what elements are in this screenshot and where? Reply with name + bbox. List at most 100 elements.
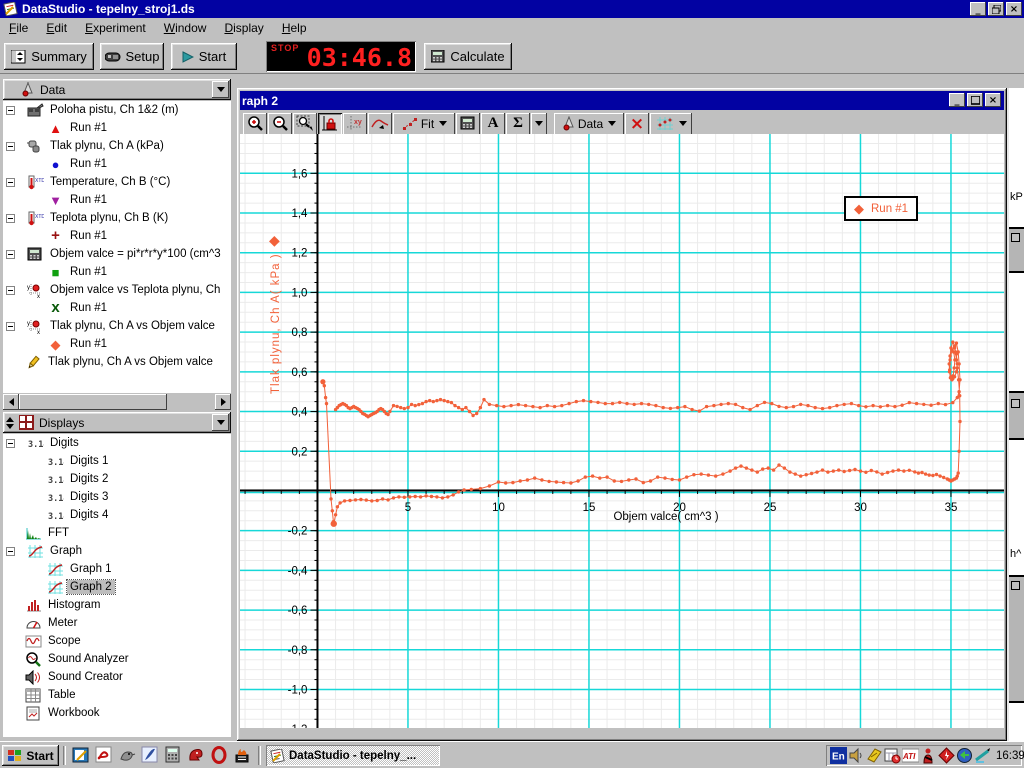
expand-box-icon[interactable] — [6, 250, 15, 259]
ql-acrobat-icon[interactable] — [95, 746, 113, 764]
displays-panel-header[interactable]: Displays — [3, 412, 231, 433]
data-item-run-1[interactable]: ▼Run #1 — [3, 191, 231, 209]
displays-item-workbook[interactable]: Workbook — [3, 704, 231, 722]
start-button[interactable]: Start — [171, 43, 237, 70]
tray-diamond-icon[interactable] — [938, 747, 955, 764]
displays-item-digits-3[interactable]: 3.14Digits 3 — [3, 488, 231, 506]
ql-dragon-icon[interactable] — [187, 746, 205, 764]
tray-volume-icon[interactable] — [848, 747, 865, 764]
zoom-out-button[interactable] — [268, 113, 292, 135]
xy-tool-button[interactable]: xy — [343, 113, 367, 135]
graph-close-button[interactable]: × — [985, 93, 1001, 107]
graph-minimize-button[interactable]: _ — [949, 93, 965, 107]
statistics-button[interactable]: Σ — [506, 113, 530, 135]
expand-box-icon[interactable] — [6, 178, 15, 187]
displays-item-graph-2[interactable]: Graph 2 — [3, 578, 231, 596]
data-item-objem-valce-pi-r-r-y-100-cm-3[interactable]: Objem valce = pi*r*r*y*100 (cm^3 — [3, 245, 231, 263]
displays-item-histogram[interactable]: Histogram — [3, 596, 231, 614]
tray-arrows-icon[interactable] — [956, 747, 973, 764]
displays-item-meter[interactable]: Meter — [3, 614, 231, 632]
data-item-run-1[interactable]: +Run #1 — [3, 227, 231, 245]
delete-button[interactable]: × — [625, 113, 649, 135]
data-panel-header[interactable]: Data — [3, 79, 231, 100]
displays-item-sound-creator[interactable]: Sound Creator — [3, 668, 231, 686]
plot-area[interactable]: 5101520253035-1,2-1,0-0,8-0,6-0,4-0,20,2… — [240, 134, 1004, 728]
displays-item-digits[interactable]: 3.14Digits — [3, 434, 231, 452]
restore-button[interactable] — [988, 2, 1004, 16]
displays-item-sound-analyzer[interactable]: Sound Analyzer — [3, 650, 231, 668]
expand-box-icon[interactable] — [6, 214, 15, 223]
menu-item-display[interactable]: Display — [215, 19, 272, 37]
displays-item-digits-1[interactable]: 3.14Digits 1 — [3, 452, 231, 470]
data-item-objem-valce-vs-teplota-plynu-ch[interactable]: yxObjem valce vs Teplota plynu, Ch — [3, 281, 231, 299]
data-panel-dropdown[interactable] — [212, 81, 229, 98]
graph-maximize-button[interactable] — [967, 93, 983, 107]
expand-box-icon[interactable] — [6, 106, 15, 115]
close-button[interactable]: × — [1006, 2, 1022, 16]
displays-item-graph[interactable]: Graph — [3, 542, 231, 560]
graph2-titlebar[interactable]: raph 2 _ × — [240, 91, 1004, 110]
fit-button[interactable]: Fit — [393, 113, 455, 135]
tray-yellow-icon[interactable] — [866, 747, 883, 764]
data-item-tlak-plynu-ch-a-vs-objem-valce[interactable]: Tlak plynu, Ch A vs Objem valce — [3, 353, 231, 371]
displays-item-scope[interactable]: Scope — [3, 632, 231, 650]
tray-fig-icon[interactable] — [920, 747, 937, 764]
data-item-tlak-plynu-ch-a-kpa[interactable]: Tlak plynu, Ch A (kPa) — [3, 137, 231, 155]
legend[interactable]: ◆ Run #1 — [844, 196, 918, 221]
scroll-left-button[interactable] — [3, 394, 19, 410]
data-item-temperature-ch-b-c[interactable]: XTDTemperature, Ch B (°C) — [3, 173, 231, 191]
menu-item-edit[interactable]: Edit — [37, 19, 76, 37]
displays-item-fft[interactable]: FFT — [3, 524, 231, 542]
tray-ati-icon[interactable]: ATI — [902, 747, 919, 764]
text-tool-button[interactable]: A — [481, 113, 505, 135]
scroll-right-button[interactable] — [215, 394, 231, 410]
expand-box-icon[interactable] — [6, 547, 15, 556]
expand-box-icon[interactable] — [6, 286, 15, 295]
tray-sched-icon[interactable] — [884, 747, 901, 764]
data-item-poloha-pistu-ch-1-2-m[interactable]: Poloha pistu, Ch 1&2 (m) — [3, 101, 231, 119]
expand-box-icon[interactable] — [6, 439, 15, 448]
tray-pen-icon[interactable] — [974, 747, 991, 764]
menu-item-window[interactable]: Window — [155, 19, 216, 37]
ql-opera-icon[interactable] — [210, 746, 228, 764]
data-tree-scrollbar[interactable] — [3, 394, 231, 410]
displays-item-digits-4[interactable]: 3.14Digits 4 — [3, 506, 231, 524]
menu-item-experiment[interactable]: Experiment — [76, 19, 155, 37]
expand-box-icon[interactable] — [6, 142, 15, 151]
data-select-button[interactable]: Data — [554, 113, 624, 135]
ql-quill-icon[interactable] — [141, 746, 159, 764]
graph-settings-button[interactable] — [650, 113, 692, 135]
data-item-run-1[interactable]: ▲Run #1 — [3, 119, 231, 137]
menu-item-help[interactable]: Help — [273, 19, 316, 37]
tray-clock[interactable]: 16:39 — [996, 750, 1024, 762]
zoom-select-button[interactable] — [293, 113, 317, 135]
datastudio-task-button[interactable]: DataStudio - tepelny_... — [266, 745, 440, 766]
ql-flame-icon[interactable] — [233, 746, 251, 764]
displays-item-digits-2[interactable]: 3.14Digits 2 — [3, 470, 231, 488]
minimize-button[interactable]: _ — [970, 2, 986, 16]
tray-en-icon[interactable]: En — [830, 747, 847, 764]
calculate-button[interactable]: Calculate — [424, 43, 512, 70]
expand-box-icon[interactable] — [6, 322, 15, 331]
ql-calc-icon[interactable] — [164, 746, 182, 764]
graph-calculator-button[interactable] — [456, 113, 480, 135]
displays-panel-dropdown[interactable] — [212, 414, 229, 431]
displays-item-graph-1[interactable]: Graph 1 — [3, 560, 231, 578]
data-item-run-1[interactable]: ◆Run #1 — [3, 335, 231, 353]
statistics-drop-button[interactable] — [531, 113, 547, 135]
ql-note-icon[interactable] — [72, 746, 90, 764]
summary-button[interactable]: Summary — [4, 43, 94, 70]
scrollbar-thumb[interactable] — [19, 394, 167, 410]
data-item-tlak-plynu-ch-a-vs-objem-valce[interactable]: yxTlak plynu, Ch A vs Objem valce — [3, 317, 231, 335]
zoom-in-button[interactable] — [243, 113, 267, 135]
setup-button[interactable]: Setup — [100, 43, 164, 70]
displays-item-table[interactable]: Table — [3, 686, 231, 704]
scale-lock-button[interactable] — [318, 113, 342, 135]
ql-bird-icon[interactable] — [118, 746, 136, 764]
data-item-run-1[interactable]: xRun #1 — [3, 299, 231, 317]
smart-tool-button[interactable] — [368, 113, 392, 135]
data-item-run-1[interactable]: ■Run #1 — [3, 263, 231, 281]
menu-item-file[interactable]: File — [0, 19, 37, 37]
data-item-run-1[interactable]: ●Run #1 — [3, 155, 231, 173]
data-item-teplota-plynu-ch-b-k[interactable]: XTDTeplota plynu, Ch B (K) — [3, 209, 231, 227]
